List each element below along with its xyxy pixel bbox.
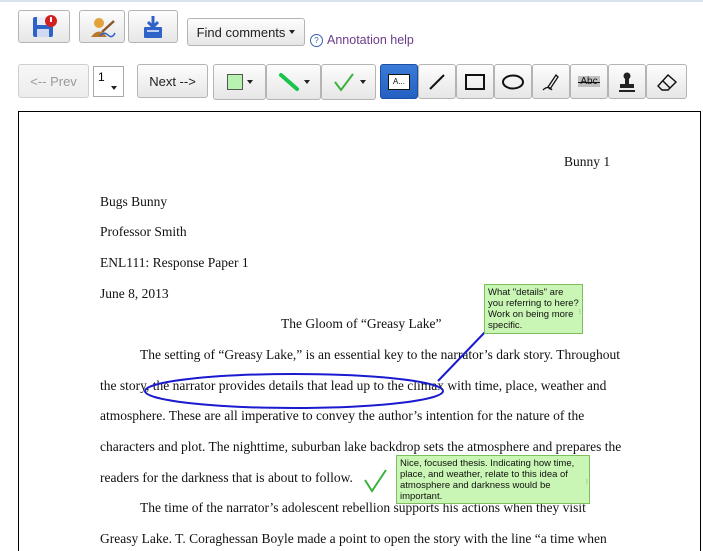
resize-grip-icon[interactable]: ⁝	[586, 477, 588, 488]
comment-note-thesis[interactable]: Nice, focused thesis. Indicating how tim…	[396, 455, 590, 504]
annotation-overlay	[144, 330, 487, 493]
comment-note-text: Nice, focused thesis. Indicating how tim…	[400, 458, 575, 502]
comment-note-details[interactable]: What "details" are you referring to here…	[484, 284, 583, 334]
resize-grip-icon[interactable]: ⁝	[579, 307, 581, 318]
comment-note-text: What "details" are you referring to here…	[488, 287, 579, 331]
callout-connector-line[interactable]	[437, 330, 487, 382]
ellipse-annotation[interactable]	[144, 373, 444, 409]
checkmark-annotation[interactable]	[364, 469, 387, 493]
